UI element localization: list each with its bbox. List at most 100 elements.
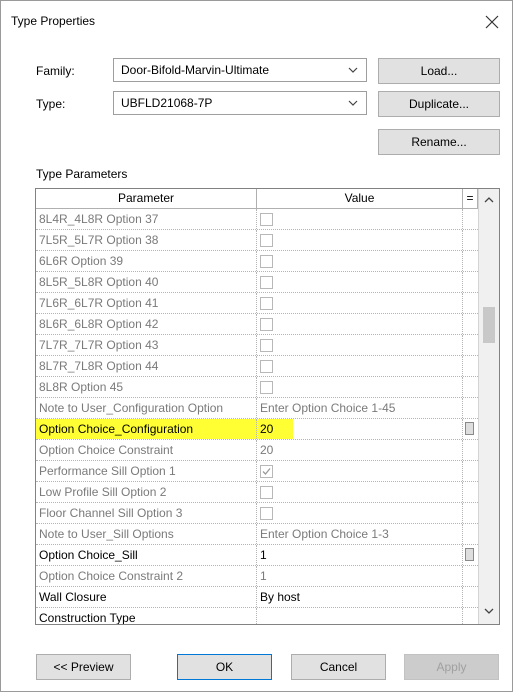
parameter-value-cell[interactable] bbox=[257, 209, 463, 229]
table-row[interactable]: 8L6R_6L8R Option 42 bbox=[36, 314, 478, 335]
formula-cell bbox=[463, 293, 478, 313]
parameter-name: 8L8R Option 45 bbox=[39, 380, 124, 394]
parameter-value-cell[interactable] bbox=[257, 608, 463, 624]
formula-cell bbox=[463, 566, 478, 586]
scrollbar-thumb[interactable] bbox=[483, 307, 495, 343]
parameter-name: Option Choice_Configuration bbox=[39, 422, 194, 436]
parameter-value: 1 bbox=[260, 548, 267, 562]
ok-button[interactable]: OK bbox=[177, 654, 272, 680]
table-row[interactable]: Note to User_Sill Options Enter Option Ch… bbox=[36, 524, 478, 545]
formula-cell bbox=[463, 314, 478, 334]
formula-cell[interactable] bbox=[463, 419, 478, 439]
table-row[interactable]: Option Choice_Sill 1 bbox=[36, 545, 478, 566]
formula-cell[interactable] bbox=[463, 545, 478, 565]
preview-button[interactable]: << Preview bbox=[36, 654, 131, 680]
parameter-value-cell[interactable] bbox=[257, 230, 463, 250]
formula-button[interactable] bbox=[465, 422, 474, 435]
vertical-scrollbar[interactable] bbox=[478, 189, 499, 624]
parameter-value-cell[interactable] bbox=[257, 272, 463, 292]
parameter-name-cell: 8L7R_7L8R Option 44 bbox=[36, 356, 257, 376]
table-row[interactable]: Construction Type bbox=[36, 608, 478, 624]
checkbox-checked[interactable] bbox=[260, 465, 273, 478]
duplicate-button[interactable]: Duplicate... bbox=[378, 91, 500, 117]
checkbox[interactable] bbox=[260, 507, 273, 520]
parameter-value-cell[interactable]: By host bbox=[257, 587, 463, 607]
table-row[interactable]: Note to User_Configuration Option Enter O… bbox=[36, 398, 478, 419]
checkbox[interactable] bbox=[260, 318, 273, 331]
table-row[interactable]: Option Choice Constraint 20 bbox=[36, 440, 478, 461]
parameter-name: 8L6R_6L8R Option 42 bbox=[39, 317, 159, 331]
table-row[interactable]: 8L5R_5L8R Option 40 bbox=[36, 272, 478, 293]
parameter-name-cell: Note to User_Configuration Option bbox=[36, 398, 257, 418]
type-dropdown[interactable]: UBFLD21068-7P bbox=[113, 91, 367, 115]
parameter-value-cell[interactable]: 20 bbox=[257, 419, 293, 439]
table-row[interactable]: 7L5R_5L7R Option 38 bbox=[36, 230, 478, 251]
parameter-value: 1 bbox=[260, 569, 267, 583]
checkmark-icon bbox=[262, 468, 271, 475]
cancel-button[interactable]: Cancel bbox=[291, 654, 386, 680]
parameter-value-cell[interactable]: Enter Option Choice 1-3 bbox=[257, 524, 463, 544]
table-row[interactable]: 7L6R_6L7R Option 41 bbox=[36, 293, 478, 314]
parameter-name: Option Choice Constraint bbox=[39, 443, 174, 457]
chevron-down-icon[interactable] bbox=[483, 605, 495, 617]
parameter-value-cell[interactable] bbox=[257, 251, 463, 271]
formula-button[interactable] bbox=[465, 548, 474, 561]
checkbox[interactable] bbox=[260, 276, 273, 289]
table-row[interactable]: 7L7R_7L7R Option 43 bbox=[36, 335, 478, 356]
formula-cell bbox=[463, 461, 478, 481]
parameter-value-cell[interactable] bbox=[257, 461, 463, 481]
type-parameters-grid: Parameter Value = 8L4R_4L8R Option 37 7L5… bbox=[35, 188, 500, 625]
rename-button[interactable]: Rename... bbox=[378, 129, 500, 155]
table-row[interactable]: Low Profile Sill Option 2 bbox=[36, 482, 478, 503]
checkbox[interactable] bbox=[260, 339, 273, 352]
value-column-header[interactable]: Value bbox=[257, 189, 463, 209]
family-dropdown[interactable]: Door-Bifold-Marvin-Ultimate bbox=[113, 58, 367, 82]
formula-column-header[interactable]: = bbox=[463, 189, 478, 209]
checkbox[interactable] bbox=[260, 297, 273, 310]
formula-cell bbox=[463, 356, 478, 376]
parameter-column-header[interactable]: Parameter bbox=[36, 189, 257, 209]
chevron-down-icon bbox=[346, 93, 360, 113]
checkbox[interactable] bbox=[260, 486, 273, 499]
checkbox[interactable] bbox=[260, 234, 273, 247]
table-row[interactable]: 8L8R Option 45 bbox=[36, 377, 478, 398]
parameter-value-cell[interactable] bbox=[257, 335, 463, 355]
formula-cell bbox=[463, 230, 478, 250]
checkbox[interactable] bbox=[260, 255, 273, 268]
parameter-value-cell[interactable] bbox=[257, 503, 463, 523]
parameter-name: Note to User_Sill Options bbox=[39, 527, 174, 541]
table-row[interactable]: 8L7R_7L8R Option 44 bbox=[36, 356, 478, 377]
parameter-name-cell: 8L6R_6L8R Option 42 bbox=[36, 314, 257, 334]
parameter-value-cell[interactable]: Enter Option Choice 1-45 bbox=[257, 398, 463, 418]
parameter-name: Option Choice Constraint 2 bbox=[39, 569, 184, 583]
chevron-up-icon[interactable] bbox=[483, 194, 495, 206]
parameter-value-cell[interactable] bbox=[257, 293, 463, 313]
parameter-name: Low Profile Sill Option 2 bbox=[39, 485, 167, 499]
parameter-value-cell[interactable] bbox=[257, 482, 463, 502]
parameter-value-cell[interactable]: 1 bbox=[257, 566, 463, 586]
checkbox[interactable] bbox=[260, 360, 273, 373]
parameter-value-cell[interactable]: 20 bbox=[257, 440, 463, 460]
table-row[interactable]: Option Choice Constraint 2 1 bbox=[36, 566, 478, 587]
load-button[interactable]: Load... bbox=[378, 58, 500, 84]
parameter-value-cell[interactable]: 1 bbox=[257, 545, 463, 565]
table-row[interactable]: Performance Sill Option 1 bbox=[36, 461, 478, 482]
apply-button[interactable]: Apply bbox=[404, 654, 499, 680]
formula-cell bbox=[463, 608, 478, 624]
parameter-name: 8L7R_7L8R Option 44 bbox=[39, 359, 159, 373]
table-row[interactable]: 8L4R_4L8R Option 37 bbox=[36, 209, 478, 230]
table-row[interactable]: Option Choice_Configuration 20 bbox=[36, 419, 478, 440]
checkbox[interactable] bbox=[260, 381, 273, 394]
formula-cell bbox=[463, 251, 478, 271]
close-icon[interactable] bbox=[478, 9, 506, 35]
table-row[interactable]: Floor Channel Sill Option 3 bbox=[36, 503, 478, 524]
chevron-down-icon bbox=[346, 60, 360, 80]
parameter-name-cell: 7L6R_6L7R Option 41 bbox=[36, 293, 257, 313]
parameter-value-cell[interactable] bbox=[257, 314, 463, 334]
table-row[interactable]: Wall Closure By host bbox=[36, 587, 478, 608]
parameter-value-cell[interactable] bbox=[257, 377, 463, 397]
table-row[interactable]: 6L6R Option 39 bbox=[36, 251, 478, 272]
parameter-name-cell: 8L5R_5L8R Option 40 bbox=[36, 272, 257, 292]
checkbox[interactable] bbox=[260, 213, 273, 226]
parameter-value-cell[interactable] bbox=[257, 356, 463, 376]
